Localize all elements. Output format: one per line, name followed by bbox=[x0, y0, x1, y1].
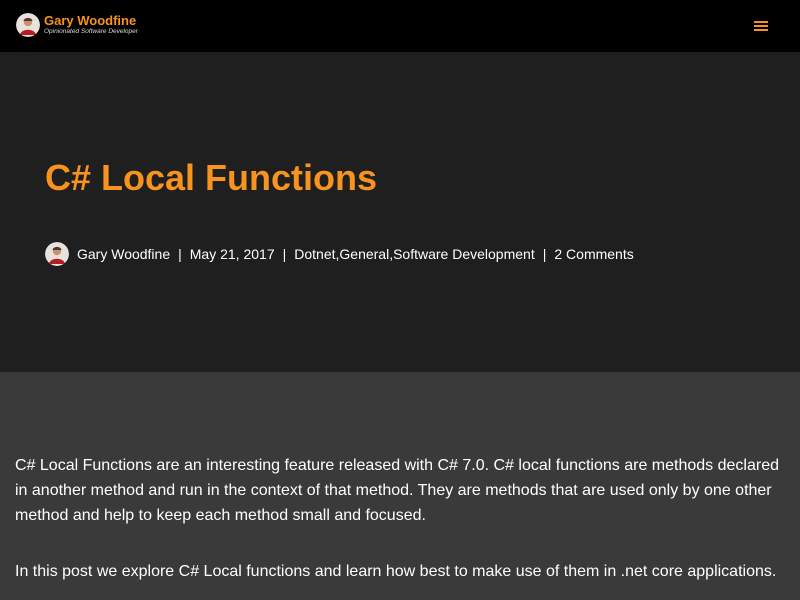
content-paragraph: C# Local Functions are an interesting fe… bbox=[15, 457, 779, 524]
site-logo-link[interactable]: Gary Woodfine Opinionated Software Devel… bbox=[16, 13, 138, 37]
content-paragraph: In this post we explore C# Local functio… bbox=[15, 563, 777, 580]
comments-link[interactable]: 2 Comments bbox=[554, 246, 633, 262]
hamburger-menu-icon[interactable] bbox=[752, 17, 772, 35]
author-avatar-icon bbox=[16, 13, 40, 37]
category-software-development-link[interactable]: Software Development bbox=[393, 246, 535, 262]
post-date[interactable]: May 21, 2017 bbox=[190, 246, 275, 262]
brand-tagline: Opinionated Software Developer bbox=[44, 28, 138, 36]
category-dotnet-link[interactable]: Dotnet bbox=[294, 246, 335, 262]
site-header: Gary Woodfine Opinionated Software Devel… bbox=[0, 0, 800, 52]
meta-separator: | bbox=[282, 246, 287, 262]
meta-separator: | bbox=[542, 246, 547, 262]
brand-text: Gary Woodfine Opinionated Software Devel… bbox=[44, 14, 138, 36]
author-link[interactable]: Gary Woodfine bbox=[77, 246, 170, 262]
post-meta: Gary Woodfine | May 21, 2017 | Dotnet, G… bbox=[45, 241, 634, 267]
post-content: C# Local Functions are an interesting fe… bbox=[0, 372, 800, 600]
post-title: C# Local Functions bbox=[45, 157, 378, 198]
author-avatar-icon bbox=[45, 242, 69, 266]
brand-name: Gary Woodfine bbox=[44, 13, 137, 29]
meta-separator: | bbox=[178, 246, 182, 262]
post-hero: C# Local Functions Gary Woodfine | May 2… bbox=[0, 52, 800, 372]
category-general-link[interactable]: General bbox=[339, 246, 389, 262]
